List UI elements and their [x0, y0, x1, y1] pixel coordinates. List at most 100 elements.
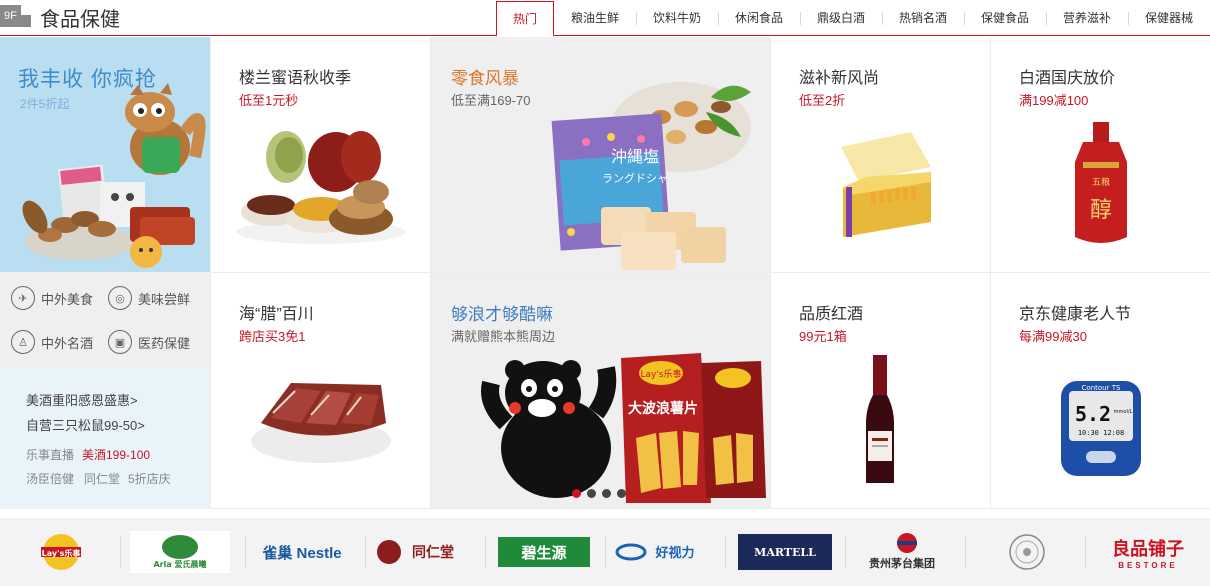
martell-logo-icon: MARTELL — [738, 534, 832, 570]
product-cell-snack-storm[interactable]: 零食风暴 低至满169-70 沖縄塩 ラングドシャ — [430, 37, 770, 273]
brand-divider — [120, 536, 121, 568]
tag-wine-deal[interactable]: 美酒199-100 — [82, 446, 150, 463]
category-shortcuts: ✈ 中外美食 ◎ 美味尝鲜 ♙ 中外名酒 ▣ 医药保健 — [0, 272, 210, 368]
brand-logo-badge[interactable] — [990, 532, 1064, 572]
moutai-logo-icon: 贵州茅台集团 — [869, 533, 935, 570]
plane-icon: ✈ — [11, 286, 35, 310]
tab-health-food[interactable]: 保健食品 — [964, 1, 1046, 36]
category-label: 中外美食 — [41, 291, 94, 307]
product-cell-red-wine[interactable]: 品质红酒 99元1箱 — [770, 273, 990, 509]
carousel-dot[interactable] — [572, 489, 581, 498]
cured-meat-image — [251, 383, 391, 463]
brand-name: 同仁堂 — [412, 544, 454, 561]
tongrentang-logo-icon: 同仁堂 — [377, 540, 454, 564]
brand-logo-tongrentang[interactable]: 同仁堂 — [375, 532, 475, 572]
tab-health-devices[interactable]: 保健器械 — [1128, 1, 1210, 36]
bag-brand: Lay's乐事 — [640, 368, 681, 380]
brand-logo-moutai[interactable]: 贵州茅台集团 — [852, 532, 952, 572]
carousel-dot[interactable] — [617, 489, 626, 498]
brand-name: 贵州茅台集团 — [869, 556, 935, 570]
brand-logo-lays[interactable]: Lay's乐事 — [22, 532, 100, 572]
badge-logo-icon — [1009, 534, 1045, 570]
product-cell-tonic[interactable]: 滋补新风尚 低至2折 — [770, 37, 990, 273]
tag-lays-live[interactable]: 乐事直播 — [26, 446, 74, 463]
brand-logo-haoshili[interactable]: 好视力 — [615, 532, 715, 572]
brand-name: 良品铺子 — [1112, 538, 1184, 560]
floor-number-badge: 9F — [0, 5, 31, 27]
tab-famous-liquor[interactable]: 热销名酒 — [882, 1, 964, 36]
category-famous-wine[interactable]: ♙ 中外名酒 — [11, 330, 93, 354]
brand-name: Arla 爱氏晨曦 — [153, 559, 206, 569]
tab-hot[interactable]: 热门 — [496, 1, 554, 37]
pack-text-1: 沖縄塩 — [611, 147, 659, 166]
tag-anniversary[interactable]: 5折店庆 — [128, 470, 171, 487]
fish-icon: ◎ — [108, 286, 132, 310]
pack-text-2: ラングドシャ — [602, 171, 668, 185]
brand-divider — [485, 536, 486, 568]
left-panel: 我丰收 你疯抢 2件5折起 ✈ 中外美食 ◎ 美味尝鲜 ♙ 中外名酒 ▣ 医药保… — [0, 37, 210, 509]
promo-link-wine[interactable]: 美酒重阳感恩盛惠> — [26, 390, 138, 409]
bag-text: 大波浪薯片 — [628, 400, 698, 417]
product-cell-dried-fruit[interactable]: 楼兰蜜语秋收季 低至1元秒 — [210, 37, 430, 273]
tab-baijiu[interactable]: 鼎级白酒 — [800, 1, 882, 36]
squirrel-nuts-illustration — [22, 83, 206, 268]
snack-storm-image: 沖縄塩 ラングドシャ — [551, 82, 751, 270]
floor-tabs: 热门 粮油生鲜 饮料牛奶 休闲食品 鼎级白酒 热销名酒 保健食品 营养滋补 保健… — [496, 1, 1210, 37]
promo-link-squirrel[interactable]: 自营三只松鼠99-50> — [26, 415, 145, 434]
tab-grain-fresh[interactable]: 粮油生鲜 — [554, 1, 636, 36]
bottle-brand: 五粮 — [1092, 176, 1110, 188]
tab-nutrition[interactable]: 营养滋补 — [1046, 1, 1128, 36]
category-fresh-taste[interactable]: ◎ 美味尝鲜 — [108, 286, 190, 310]
bottle-icon: ♙ — [11, 330, 35, 354]
product-cell-chips[interactable]: 够浪才够酷嘛 满就赠熊本熊周边 Lay's乐事 大波浪薯片 — [430, 273, 770, 509]
bottle-text: 醇 — [1090, 198, 1112, 223]
brand-name: 好视力 — [654, 545, 694, 561]
meter-unit: mmol/L — [1114, 409, 1133, 415]
medicine-icon: ▣ — [108, 330, 132, 354]
brand-logo-martell[interactable]: MARTELL — [738, 532, 832, 572]
carousel-dot[interactable] — [602, 489, 611, 498]
kumamon-chips-image: Lay's乐事 大波浪薯片 — [481, 353, 766, 503]
category-medicine[interactable]: ▣ 医药保健 — [108, 330, 190, 354]
category-label: 医药保健 — [138, 335, 191, 351]
brand-subname: BESTORE — [1118, 560, 1178, 570]
dried-fruit-image — [236, 131, 406, 244]
brand-name: Lay's乐事 — [42, 548, 81, 558]
brand-name: MARTELL — [754, 546, 816, 559]
baijiu-bottle-image: 五粮 醇 — [1075, 122, 1127, 243]
brand-logo-bishengyuan[interactable]: 碧生源 — [498, 532, 590, 572]
promo-links: 美酒重阳感恩盛惠> 自营三只松鼠99-50> 乐事直播 美酒199-100 汤臣… — [0, 368, 210, 509]
tag-tongrentang[interactable]: 同仁堂 — [84, 470, 120, 487]
brand-divider — [1085, 536, 1086, 568]
brand-logo-bestore[interactable]: 良品铺子 BESTORE — [1098, 532, 1198, 572]
brand-divider — [245, 536, 246, 568]
brand-divider — [965, 536, 966, 568]
brand-logo-nestle[interactable]: 雀巢 Nestle — [252, 532, 352, 572]
floor-header: 9F 食品保健 热门 粮油生鲜 饮料牛奶 休闲食品 鼎级白酒 热销名酒 保健食品… — [0, 0, 1210, 37]
brand-divider — [365, 536, 366, 568]
red-wine-bottle-image — [866, 355, 894, 483]
promo-banner[interactable]: 我丰收 你疯抢 2件5折起 — [0, 37, 210, 272]
carousel-dot[interactable] — [587, 489, 596, 498]
haoshili-logo-icon: 好视力 — [615, 543, 695, 561]
product-cell-health-elderly[interactable]: 京东健康老人节 每满99减30 Contour TS 5.2 mmol/L 10… — [990, 273, 1210, 509]
carousel-dots — [572, 489, 626, 498]
brand-divider — [605, 536, 606, 568]
brand-name: 碧生源 — [520, 544, 566, 562]
meter-value: 5.2 — [1075, 402, 1111, 426]
brand-divider — [725, 536, 726, 568]
category-global-food[interactable]: ✈ 中外美食 — [11, 286, 93, 310]
meter-time: 10:30 12:08 — [1078, 429, 1124, 437]
tab-snacks[interactable]: 休闲食品 — [718, 1, 800, 36]
brand-bar: Lay's乐事 Arla 爱氏晨曦 雀巢 Nestle 同仁堂 碧生源 好视力 — [0, 518, 1210, 586]
product-cell-baijiu[interactable]: 白酒国庆放价 满199减100 五粮 醇 — [990, 37, 1210, 273]
tab-drinks-milk[interactable]: 饮料牛奶 — [636, 1, 718, 36]
product-cell-cured-meat[interactable]: 海“腊”百川 跨店买3免1 — [210, 273, 430, 509]
brand-logo-arla[interactable]: Arla 爱氏晨曦 — [130, 531, 230, 573]
brand-divider — [845, 536, 846, 568]
tag-by-health[interactable]: 汤臣倍健 — [26, 470, 74, 487]
lays-logo-icon: Lay's乐事 — [41, 534, 81, 570]
meter-brand: Contour TS — [1082, 384, 1121, 392]
arla-logo-icon: Arla 爱氏晨曦 — [130, 531, 230, 573]
glucose-meter-image: Contour TS 5.2 mmol/L 10:30 12:08 — [1061, 381, 1141, 476]
